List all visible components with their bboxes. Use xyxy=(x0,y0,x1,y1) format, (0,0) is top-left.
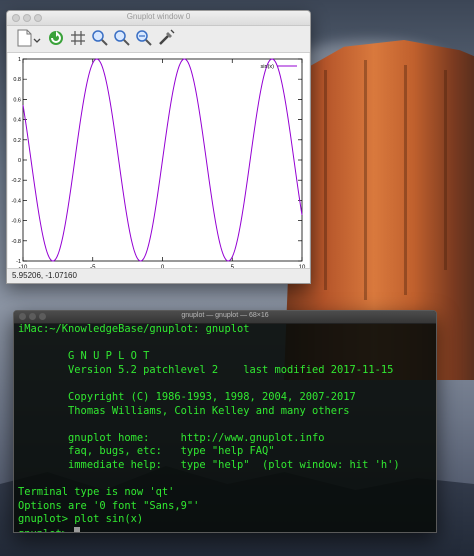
terminal-line: iMac:~/KnowledgeBase/gnuplot: gnuplot xyxy=(18,323,250,335)
gnuplot-titlebar[interactable]: Gnuplot window 0 xyxy=(7,11,310,26)
autoscale-icon[interactable] xyxy=(135,29,153,47)
y-tick-label: 0.6 xyxy=(13,97,21,103)
y-tick-label: -0.2 xyxy=(12,178,21,184)
terminal-line: gnuplot> plot sin(x) xyxy=(18,513,144,526)
terminal-line: immediate help: type "help" (plot window… xyxy=(18,458,400,471)
replot-icon[interactable] xyxy=(47,29,65,47)
terminal-line: Thomas Williams, Colin Kelley and many o… xyxy=(18,404,350,417)
status-bar: 5.95206, -1.07160 xyxy=(7,268,310,283)
settings-icon[interactable] xyxy=(157,29,175,47)
copy-icon[interactable] xyxy=(15,29,41,47)
sine-plot: -10-5051010.80.60.40.20-0.2-0.4-0.6-0.8-… xyxy=(12,57,306,271)
y-tick-label: -0.4 xyxy=(12,198,21,204)
terminal-line: Terminal type is now 'qt' xyxy=(18,486,175,499)
terminal-line: Options are '0 font "Sans,9"' xyxy=(18,499,200,512)
plot-area[interactable]: -10-5051010.80.60.40.20-0.2-0.4-0.6-0.8-… xyxy=(8,53,309,277)
terminal-title: gnuplot — gnuplot — 68×16 xyxy=(181,312,269,319)
terminal-output[interactable]: iMac:~/KnowledgeBase/gnuplot: gnuplot G … xyxy=(18,323,432,532)
y-tick-label: 1 xyxy=(18,57,21,63)
y-tick-label: -0.6 xyxy=(12,219,21,225)
y-tick-label: -1 xyxy=(16,259,21,265)
cursor-coordinates: 5.95206, -1.07160 xyxy=(12,271,77,280)
zoom-prev-icon[interactable] xyxy=(91,29,109,47)
text-cursor xyxy=(74,526,81,532)
y-tick-label: 0.2 xyxy=(13,138,21,144)
terminal-line: faq, bugs, etc: type "help FAQ" xyxy=(18,445,275,458)
terminal-line: gnuplot home: http://www.gnuplot.info xyxy=(18,431,325,444)
gnuplot-toolbar xyxy=(7,26,310,53)
y-tick-label: 0.8 xyxy=(13,77,21,83)
grid-icon[interactable] xyxy=(69,29,87,47)
y-tick-label: 0 xyxy=(18,158,21,164)
zoom-next-icon[interactable] xyxy=(113,29,131,47)
gnuplot-window-title: Gnuplot window 0 xyxy=(126,12,191,21)
terminal-line: Version 5.2 patchlevel 2 last modified 2… xyxy=(18,363,394,376)
terminal-line: G N U P L O T xyxy=(18,350,150,363)
terminal-line: Copyright (C) 1986-1993, 1998, 2004, 200… xyxy=(18,390,356,403)
gnuplot-window: Gnuplot window 0 1 0.8 0.6 0.4 0.2 0 -0.… xyxy=(6,10,311,284)
sin-series-line xyxy=(22,58,303,262)
terminal-line: gnuplot> xyxy=(18,526,432,532)
y-tick-label: -0.8 xyxy=(12,239,21,245)
y-tick-label: 0.4 xyxy=(13,118,21,124)
terminal-window: gnuplot — gnuplot — 68×16 iMac:~/Knowled… xyxy=(13,310,437,533)
legend-label: sin(x) xyxy=(261,64,275,70)
